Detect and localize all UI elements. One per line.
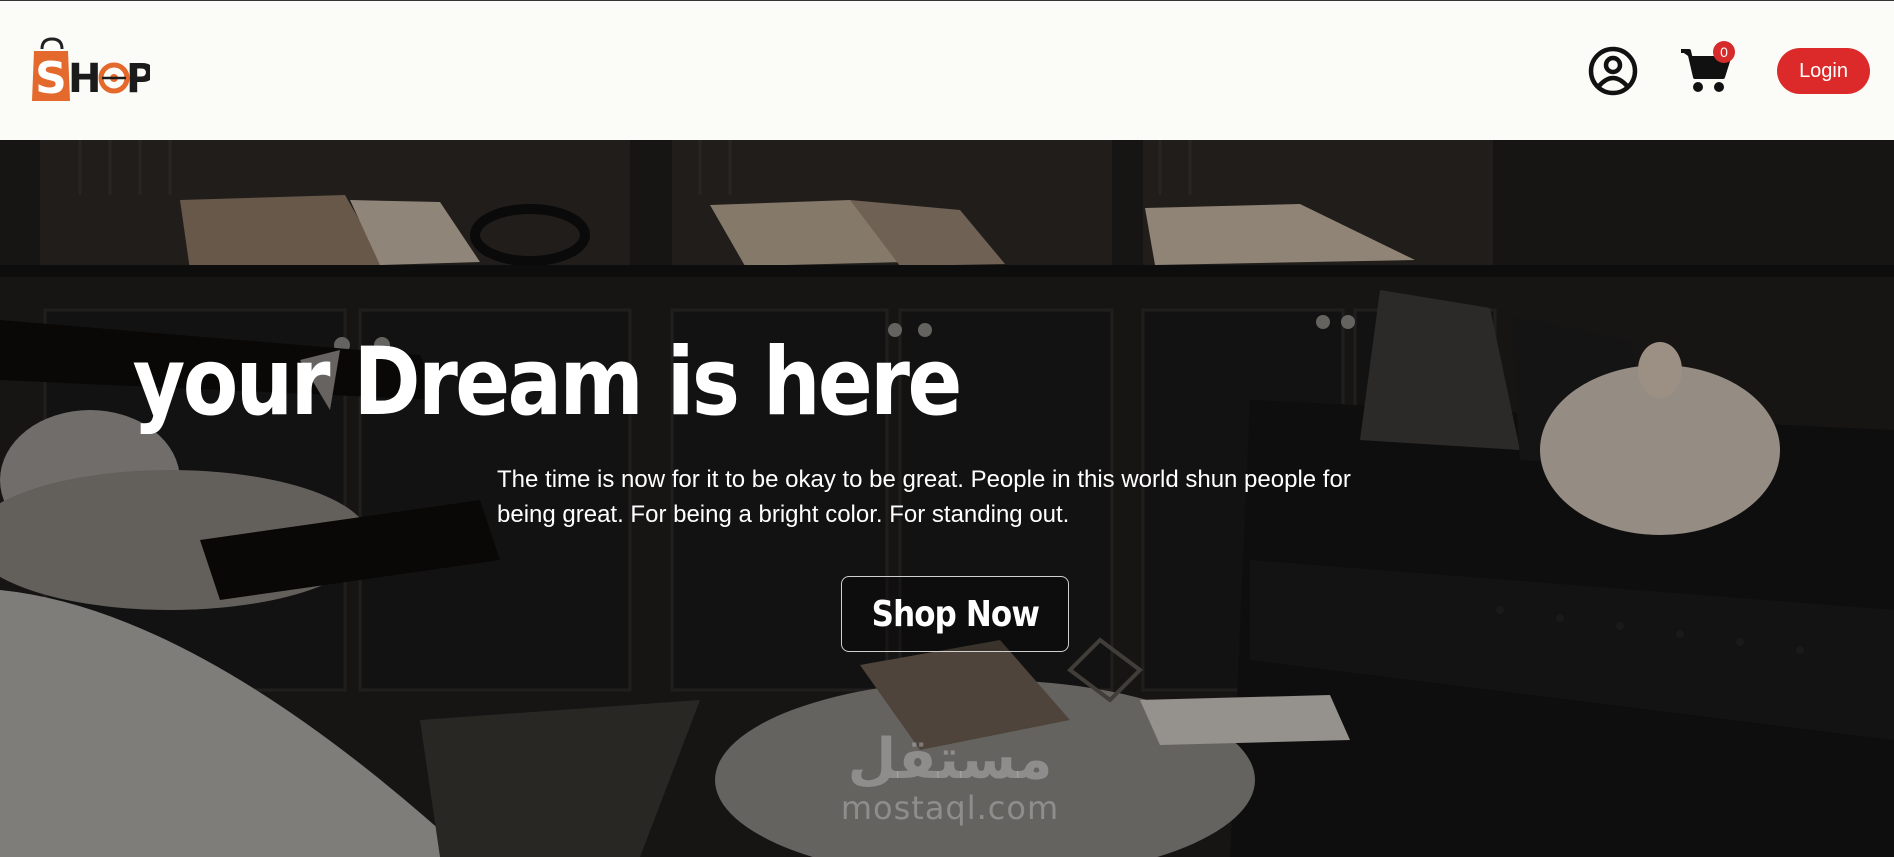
hero-description: The time is now for it to be okay to be … (497, 466, 1351, 528)
watermark-arabic: مستقل (847, 727, 1053, 792)
page: S H P 0 Login your Dream is here The tim… (0, 0, 1894, 857)
cart-count-badge: 0 (1713, 41, 1736, 63)
account-button[interactable] (1587, 45, 1639, 97)
shop-now-button[interactable]: Shop Now (841, 576, 1069, 652)
hero-title: your Dream is here (132, 328, 963, 437)
login-button[interactable]: Login (1777, 48, 1870, 94)
navbar: S H P 0 Login (0, 0, 1894, 140)
shop-now-label: Shop Now (871, 593, 1039, 635)
shop-logo-icon: S H P (32, 37, 150, 104)
svg-text:P: P (126, 56, 150, 102)
watermark: مستقل mostaql.com (830, 727, 1070, 827)
watermark-latin: mostaql.com (840, 789, 1060, 827)
shop-logo[interactable]: S H P (18, 7, 160, 139)
svg-text:S: S (35, 53, 67, 104)
svg-text:H: H (68, 56, 101, 102)
account-circle-icon (1588, 46, 1638, 96)
nav-actions: 0 Login (1587, 41, 1870, 101)
hero-section: your Dream is here The time is now for i… (0, 140, 1894, 857)
cart-button[interactable]: 0 (1679, 41, 1736, 97)
